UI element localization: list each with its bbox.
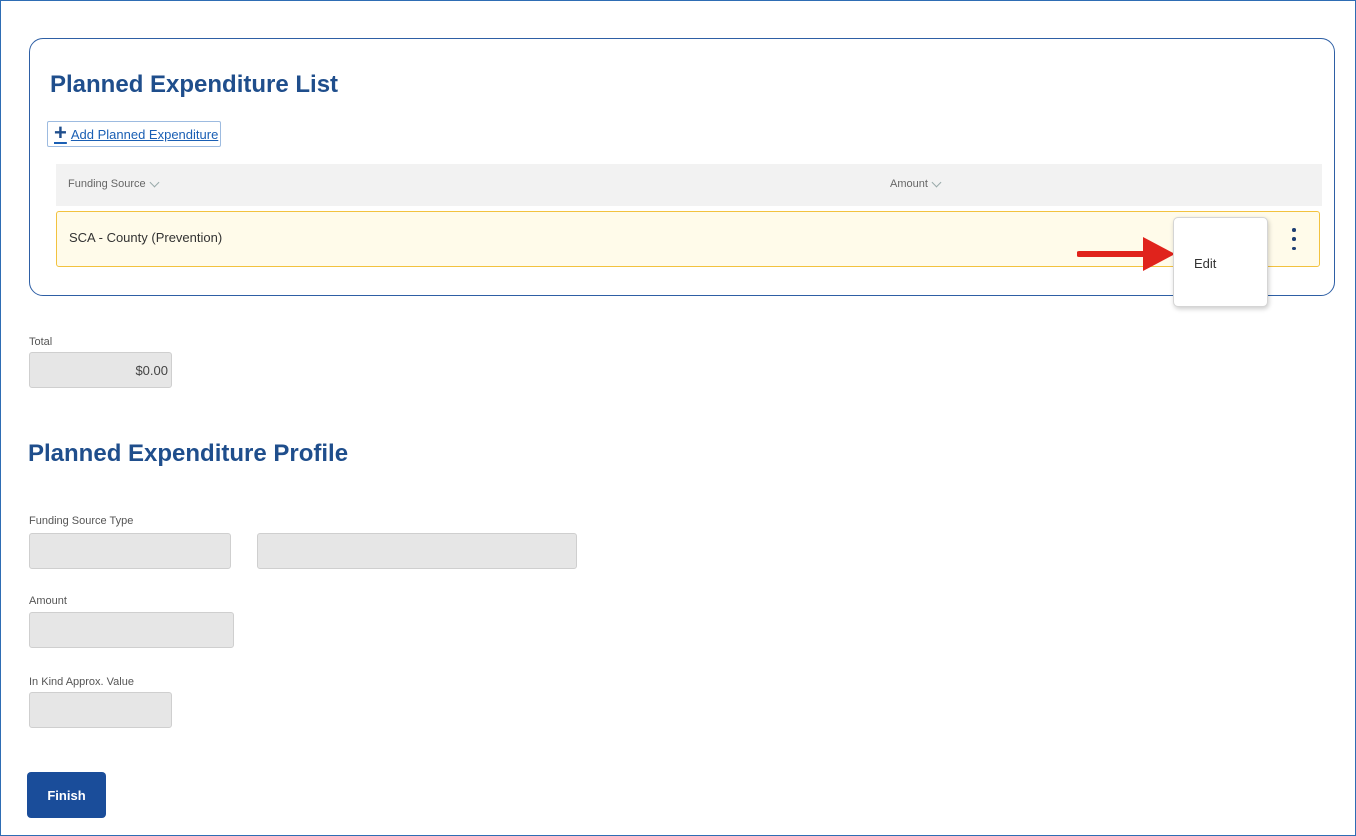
- chevron-down-icon: [931, 177, 942, 187]
- add-link-label: Add Planned Expenditure: [70, 126, 219, 142]
- plus-icon: +: [54, 120, 67, 145]
- menu-item-edit[interactable]: Edit: [1194, 256, 1216, 271]
- annotation-arrow-icon: [1077, 237, 1175, 271]
- total-label: Total: [29, 336, 53, 348]
- in-kind-value-label: In Kind Approx. Value: [29, 676, 134, 688]
- chevron-down-icon: [149, 177, 160, 187]
- column-header-funding-source[interactable]: Funding Source: [68, 177, 160, 190]
- funding-source-cell: SCA - County (Prevention): [69, 230, 223, 245]
- total-field: $0.00: [29, 352, 172, 388]
- profile-title: Planned Expenditure Profile: [28, 440, 349, 467]
- funding-source-type-field[interactable]: [29, 533, 231, 569]
- row-action-menu: Edit: [1173, 217, 1268, 307]
- table-header: Funding Source Amount: [56, 164, 1322, 206]
- finish-button[interactable]: Finish: [27, 772, 106, 818]
- total-value: $0.00: [135, 363, 168, 378]
- funding-source-field[interactable]: [257, 533, 577, 569]
- in-kind-value-field[interactable]: [29, 692, 172, 728]
- list-title: Planned Expenditure List: [50, 71, 339, 98]
- amount-field[interactable]: [29, 612, 234, 648]
- funding-source-type-label: Funding Source Type: [29, 515, 134, 527]
- kebab-menu-icon[interactable]: [1289, 228, 1299, 250]
- column-header-amount[interactable]: Amount: [890, 177, 942, 190]
- amount-label: Amount: [29, 595, 67, 607]
- add-planned-expenditure-link[interactable]: + Add Planned Expenditure: [47, 120, 222, 147]
